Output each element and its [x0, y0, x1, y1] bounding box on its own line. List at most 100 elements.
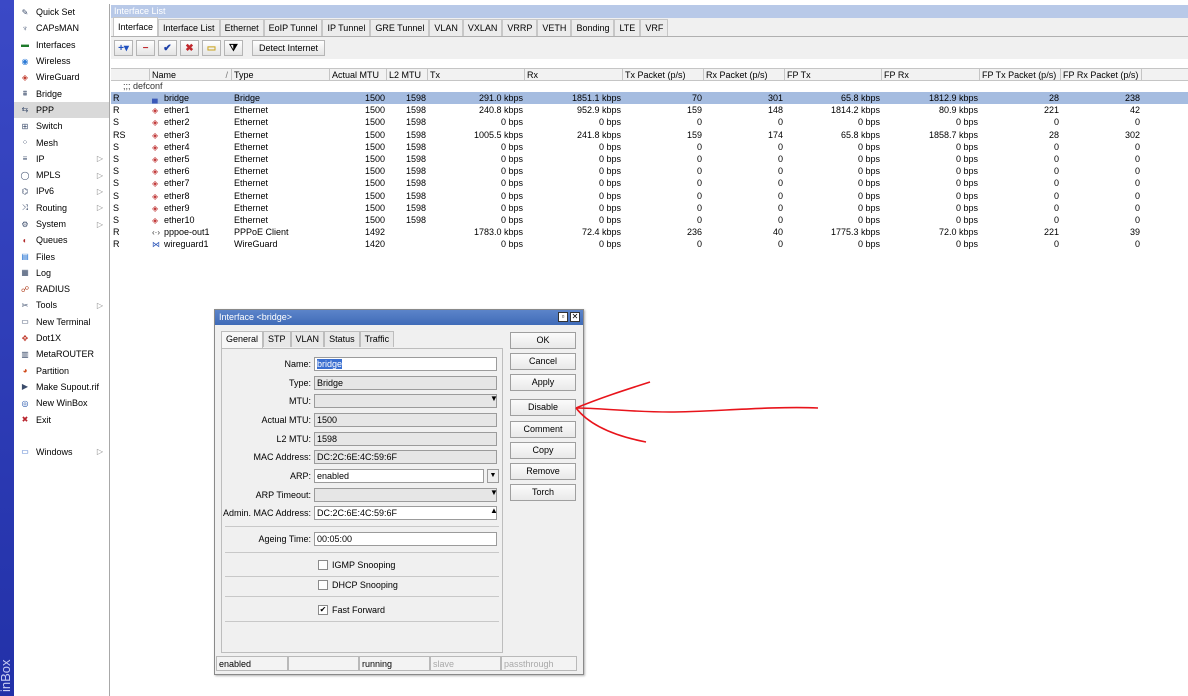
sidebar-item-radius[interactable]: ☍ RADIUS	[14, 281, 109, 297]
dialog-tab-general[interactable]: General	[221, 331, 264, 348]
table-row[interactable]: S ◈ ether7 Ethernet 1500 1598 0 bps 0 bps 0 0 0 bp…	[111, 177, 1188, 189]
column-header[interactable]: Rx	[525, 69, 623, 80]
sidebar-item-mesh[interactable]: ⁘ Mesh	[14, 134, 109, 150]
tab-interface-list[interactable]: Interface List	[158, 19, 220, 36]
arp-timeout-field[interactable]	[314, 488, 497, 502]
table-row[interactable]: S ◈ ether9 Ethernet 1500 1598 0 bps 0 bps 0 0 0 bp…	[111, 202, 1188, 214]
admin-mac-collapse-icon[interactable]: ▲	[490, 506, 498, 515]
sidebar-item-capsman[interactable]: ♆ CAPsMAN	[14, 20, 109, 36]
tab-vrrp[interactable]: VRRP	[502, 19, 538, 36]
sidebar-item-ip[interactable]: ≡ IP ▷	[14, 151, 109, 167]
ok-button[interactable]: OK	[510, 332, 576, 349]
column-header[interactable]: Actual MTU	[330, 69, 387, 80]
dhcp-snooping-row[interactable]: DHCP Snooping	[318, 580, 398, 590]
ageing-field[interactable]: 00:05:00	[314, 532, 497, 546]
sidebar-item-make-supout-rif[interactable]: ▶ Make Supout.rif	[14, 379, 109, 395]
enable-button[interactable]: ✔	[158, 40, 177, 56]
table-row[interactable]: S ◈ ether5 Ethernet 1500 1598 0 bps 0 bps 0 0 0 bp…	[111, 153, 1188, 165]
sidebar-item-new-winbox[interactable]: ◎ New WinBox	[14, 395, 109, 411]
table-row[interactable]: R ‹·› pppoe-out1 PPPoE Client 1492 1783.0 kbp…	[111, 226, 1188, 238]
column-header[interactable]: FP Rx	[882, 69, 980, 80]
sidebar-item-partition[interactable]: ◕ Partition	[14, 363, 109, 379]
column-header[interactable]: FP Tx Packet (p/s)	[980, 69, 1061, 80]
sidebar-item-ipv6[interactable]: ⌬ IPv6 ▷	[14, 183, 109, 199]
column-header[interactable]: Tx Packet (p/s)	[623, 69, 704, 80]
sidebar-item-mpls[interactable]: ◯ MPLS ▷	[14, 167, 109, 183]
detect-internet-button[interactable]: Detect Internet	[252, 40, 326, 56]
table-row[interactable]: S ◈ ether4 Ethernet 1500 1598 0 bps 0 bps 0 0 0 bp…	[111, 141, 1188, 153]
dhcp-snooping-checkbox[interactable]	[318, 580, 328, 590]
tab-gre-tunnel[interactable]: GRE Tunnel	[370, 19, 430, 36]
table-row[interactable]: S ◈ ether8 Ethernet 1500 1598 0 bps 0 bps 0 0 0 bp…	[111, 190, 1188, 202]
table-row[interactable]: RS ◈ ether3 Ethernet 1500 1598 1005.5 kbps 241.…	[111, 129, 1188, 141]
arp-dropdown-icon[interactable]: ▼	[487, 469, 499, 483]
tab-ip-tunnel[interactable]: IP Tunnel	[322, 19, 371, 36]
filter-button[interactable]: ⧩	[224, 40, 243, 56]
sidebar-item-files[interactable]: ▤ Files	[14, 248, 109, 264]
column-header[interactable]: L2 MTU	[387, 69, 428, 80]
tab-bonding[interactable]: Bonding	[571, 19, 615, 36]
tab-veth[interactable]: VETH	[537, 19, 572, 36]
sidebar-item-ppp[interactable]: ⇆ PPP	[14, 101, 109, 119]
dialog-tab-stp[interactable]: STP	[263, 331, 291, 347]
dialog-tab-vlan[interactable]: VLAN	[290, 331, 325, 347]
mtu-field[interactable]	[314, 394, 497, 408]
dialog-tab-traffic[interactable]: Traffic	[359, 331, 395, 347]
tab-eoip-tunnel[interactable]: EoIP Tunnel	[263, 19, 323, 36]
sidebar-item-system[interactable]: ⚙ System ▷	[14, 216, 109, 232]
sidebar-item-switch[interactable]: ⊞ Switch	[14, 118, 109, 134]
admin-mac-field[interactable]: DC:2C:6E:4C:59:6F	[314, 506, 497, 520]
tab-lte[interactable]: LTE	[614, 19, 641, 36]
table-row[interactable]: S ◈ ether6 Ethernet 1500 1598 0 bps 0 bps 0 0 0 bp…	[111, 165, 1188, 177]
tab-vlan[interactable]: VLAN	[429, 19, 463, 36]
table-row[interactable]: R ▄ bridge Bridge 1500 1598 291.0 kbps 1851.1 k…	[111, 92, 1188, 105]
column-header[interactable]: Tx	[428, 69, 525, 80]
disable-button[interactable]: ✖	[180, 40, 199, 56]
add-button[interactable]: +▾	[114, 40, 133, 56]
sidebar-item-wireless[interactable]: ◉ Wireless	[14, 53, 109, 69]
comment-button[interactable]: Comment	[510, 421, 576, 438]
sidebar-item-interfaces[interactable]: ▬ Interfaces	[14, 37, 109, 53]
copy-button[interactable]: Copy	[510, 442, 576, 459]
apply-button[interactable]: Apply	[510, 374, 576, 391]
remove-button[interactable]: Remove	[510, 463, 576, 480]
sidebar-item-quick-set[interactable]: ✎ Quick Set	[14, 4, 109, 20]
sidebar-item-queues[interactable]: ◐ Queues	[14, 232, 109, 248]
remove-button[interactable]: −	[136, 40, 155, 56]
column-header[interactable]: Name /	[150, 69, 232, 80]
sidebar-item-routing[interactable]: ⤨ Routing ▷	[14, 200, 109, 216]
tab-ethernet[interactable]: Ethernet	[219, 19, 264, 36]
close-icon[interactable]: ✕	[570, 312, 580, 322]
column-header[interactable]: FP Rx Packet (p/s)	[1061, 69, 1142, 80]
sidebar-item-metarouter[interactable]: ▥ MetaROUTER	[14, 346, 109, 362]
igmp-snooping-checkbox[interactable]	[318, 560, 328, 570]
table-row[interactable]: R ◈ ether1 Ethernet 1500 1598 240.8 kbps 952.9 …	[111, 104, 1188, 116]
mtu-dropdown-icon[interactable]: ▼	[490, 394, 498, 403]
tab-vrf[interactable]: VRF	[640, 19, 669, 36]
column-header[interactable]: FP Tx	[785, 69, 882, 80]
table-row[interactable]: S ◈ ether10 Ethernet 1500 1598 0 bps 0 bps 0 0 0 b…	[111, 214, 1188, 226]
torch-button[interactable]: Torch	[510, 484, 576, 501]
sidebar-item-dot1x[interactable]: ✥ Dot1X	[14, 330, 109, 346]
cancel-button[interactable]: Cancel	[510, 353, 576, 370]
sidebar-item-tools[interactable]: ✂ Tools ▷	[14, 297, 109, 313]
maximize-icon[interactable]: ▫	[558, 312, 568, 322]
sidebar-item-new-terminal[interactable]: ▭ New Terminal	[14, 314, 109, 330]
sidebar-item-windows[interactable]: ▭ Windows ▷	[14, 444, 109, 460]
column-header[interactable]	[111, 69, 150, 80]
igmp-snooping-row[interactable]: IGMP Snooping	[318, 560, 395, 570]
table-row[interactable]: R ⋈ wireguard1 WireGuard 1420 0 bps 0 bps 0 0 0 b…	[111, 238, 1188, 250]
column-header[interactable]: Rx Packet (p/s)	[704, 69, 785, 80]
sidebar-item-bridge[interactable]: ⩩ Bridge	[14, 85, 109, 101]
dialog-tab-status[interactable]: Status	[324, 331, 360, 347]
tab-interface[interactable]: Interface	[113, 17, 159, 36]
table-row[interactable]: S ◈ ether2 Ethernet 1500 1598 0 bps 0 bps 0 0 0 bp…	[111, 116, 1188, 128]
arp-timeout-dropdown-icon[interactable]: ▼	[490, 488, 498, 497]
disable-button[interactable]: Disable	[510, 399, 576, 416]
comment-button[interactable]: ▭	[202, 40, 221, 56]
column-header[interactable]: Type	[232, 69, 330, 80]
fast-forward-row[interactable]: ✔ Fast Forward	[318, 605, 385, 615]
tab-vxlan[interactable]: VXLAN	[462, 19, 503, 36]
fast-forward-checkbox[interactable]: ✔	[318, 605, 328, 615]
name-field[interactable]: bridge	[314, 357, 497, 371]
